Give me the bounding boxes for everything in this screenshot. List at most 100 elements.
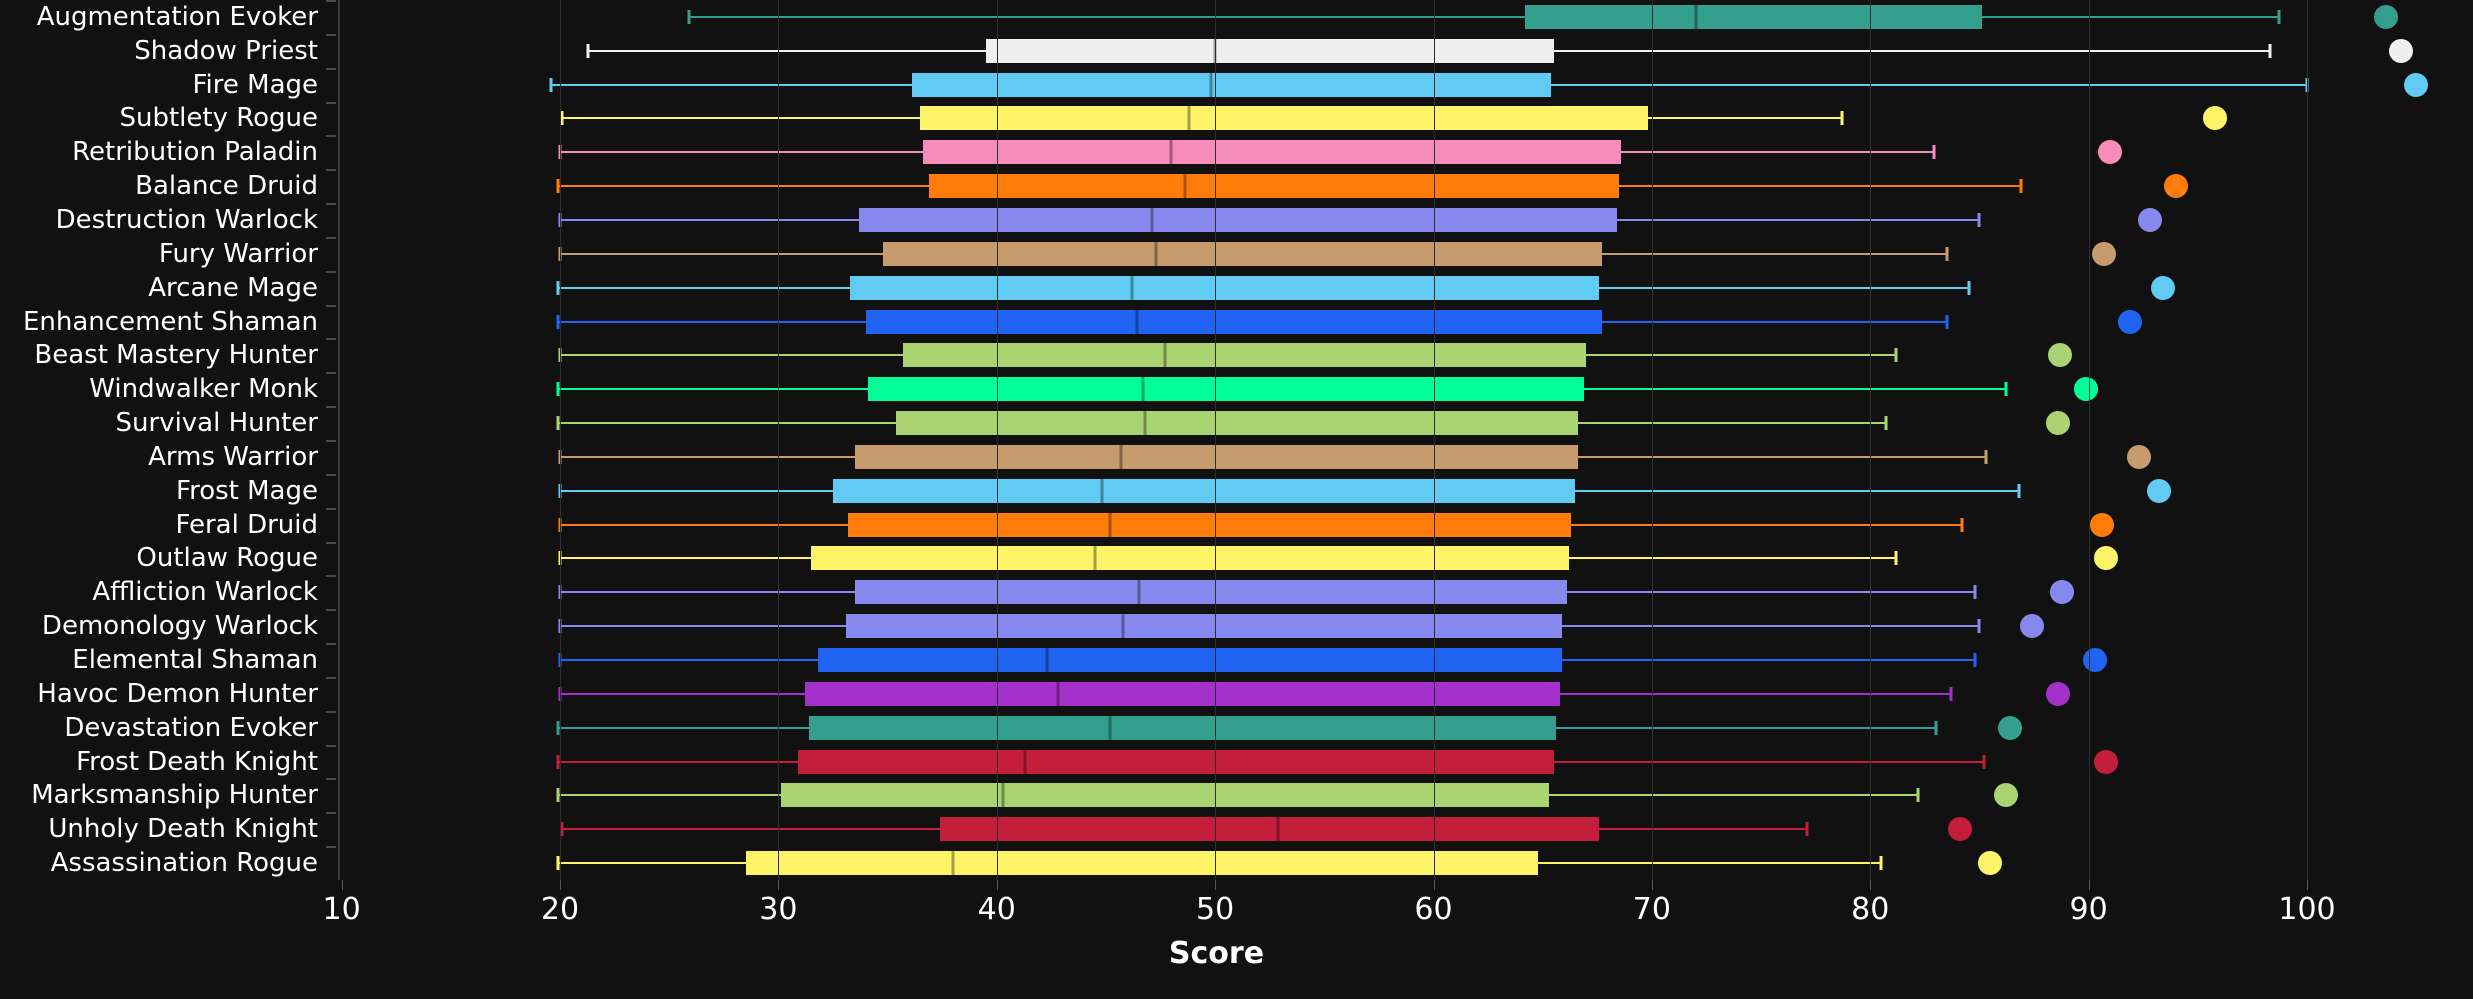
outlier-point[interactable] [2146,478,2171,503]
outlier-point[interactable] [2203,106,2228,131]
box-iqr[interactable] [798,749,1554,774]
boxplot-row[interactable] [338,711,2473,745]
box-iqr[interactable] [920,106,1648,131]
box-iqr[interactable] [808,715,1556,740]
box-iqr[interactable] [939,817,1600,842]
box-iqr[interactable] [804,681,1561,706]
outlier-point[interactable] [2126,444,2151,469]
box-iqr[interactable] [848,512,1572,537]
boxplot-row[interactable] [338,643,2473,677]
median-line [1183,174,1187,199]
whisker-upper [1553,49,2270,52]
y-axis-label: Balance Druid [135,171,318,202]
boxplot-row[interactable] [338,169,2473,203]
x-axis-tick [1870,880,1872,890]
box-iqr[interactable] [811,546,1569,571]
boxplot-row[interactable] [338,440,2473,474]
x-gridline [1651,0,1653,880]
box-iqr[interactable] [902,343,1587,368]
outlier-point[interactable] [1947,817,1972,842]
box-iqr[interactable] [867,377,1585,402]
whisker-lower [557,862,746,865]
outlier-point[interactable] [2404,72,2429,97]
whisker-upper [1577,455,1986,458]
outlier-point[interactable] [2089,512,2114,537]
outlier-point[interactable] [1993,783,2018,808]
box-iqr[interactable] [817,648,1563,672]
box-iqr[interactable] [850,275,1600,300]
box-iqr[interactable] [896,411,1578,436]
whisker-lower [562,828,940,831]
whisker-cap-min [586,43,590,58]
outlier-point[interactable] [1998,715,2022,740]
outlier-point[interactable] [2163,174,2188,199]
box-iqr[interactable] [865,309,1602,334]
median-line [1143,411,1147,436]
boxplot-row[interactable] [338,474,2473,508]
boxplot-row[interactable] [338,34,2473,68]
outlier-point[interactable] [2046,681,2071,706]
boxplot-row[interactable] [338,305,2473,339]
y-axis-label: Assassination Rogue [50,848,318,879]
boxplot-row[interactable] [338,541,2473,575]
boxplot-row[interactable] [338,812,2473,846]
whisker-lower [557,286,851,289]
boxplot-row[interactable] [338,575,2473,609]
boxplot-row[interactable] [338,677,2473,711]
boxplot-row[interactable] [338,237,2473,271]
boxplot-row[interactable] [338,406,2473,440]
x-axis-title-text: Score [1168,936,1265,971]
outlier-point[interactable] [2048,343,2073,368]
outlier-point[interactable] [2091,241,2116,266]
box-iqr[interactable] [1525,4,1982,29]
x-axis-tick-label: 30 [759,892,798,927]
outlier-point[interactable] [2074,377,2099,402]
boxplot-row[interactable] [338,372,2473,406]
outlier-point[interactable] [2373,4,2398,29]
box-iqr[interactable] [854,580,1567,605]
box-iqr[interactable] [832,478,1576,503]
outlier-point[interactable] [2083,648,2108,672]
outlier-point[interactable] [2118,309,2143,334]
outlier-point[interactable] [2098,140,2123,165]
outlier-point[interactable] [2050,580,2075,605]
x-gridline [778,0,780,880]
outlier-point[interactable] [2094,546,2119,571]
y-axis-tick [326,101,336,104]
box-iqr[interactable] [846,614,1563,639]
boxplot-row[interactable] [338,609,2473,643]
box-iqr[interactable] [911,72,1552,97]
boxplot-row[interactable] [338,68,2473,102]
boxplot-row[interactable] [338,508,2473,542]
whisker-upper [1571,523,1962,526]
boxplot-row[interactable] [338,135,2473,169]
outlier-point[interactable] [2019,614,2044,639]
box-iqr[interactable] [745,851,1539,876]
box-iqr[interactable] [859,208,1617,232]
y-axis-label: Shadow Priest [134,35,318,66]
outlier-point[interactable] [2046,411,2071,436]
boxplot-row[interactable] [338,271,2473,305]
whisker-upper [1555,726,1936,729]
boxplot-row[interactable] [338,338,2473,372]
whisker-lower [560,354,903,357]
boxplot-row[interactable] [338,101,2473,135]
box-iqr[interactable] [929,174,1620,199]
y-axis-tick [326,710,336,713]
box-iqr[interactable] [883,241,1602,266]
boxplot-row[interactable] [338,0,2473,34]
boxplot-row[interactable] [338,846,2473,880]
boxplot-row[interactable] [338,778,2473,812]
boxplot-row[interactable] [338,203,2473,237]
outlier-point[interactable] [2094,749,2119,774]
box-iqr[interactable] [922,140,1622,165]
box-iqr[interactable] [985,38,1554,63]
box-iqr[interactable] [854,444,1578,469]
outlier-point[interactable] [2150,275,2175,300]
boxplot-row[interactable] [338,745,2473,779]
y-axis-labels: Augmentation Evoker Shadow Priest Fire Mag… [0,0,326,880]
outlier-point[interactable] [2388,38,2413,63]
outlier-point[interactable] [1978,851,2003,876]
outlier-point[interactable] [2137,208,2162,232]
x-gridline [2088,0,2090,880]
